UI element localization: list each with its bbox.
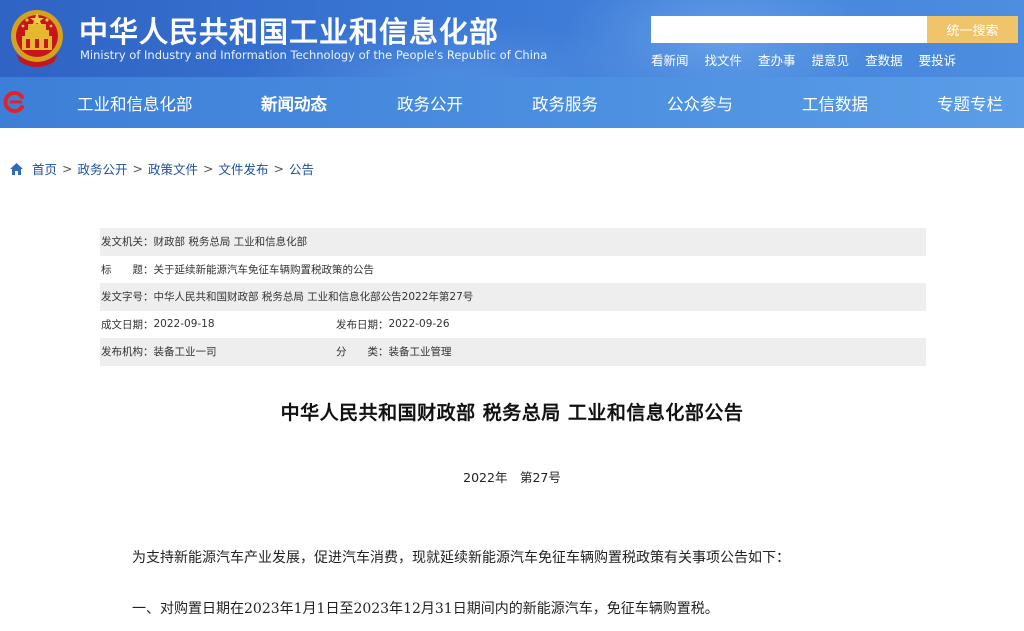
document-paragraph: 一、对购置日期在2023年1月1日至2023年12月31日期间内的新能源汽车，免… (132, 601, 719, 617)
nav-item-participation[interactable]: 公众参与 (667, 91, 733, 115)
quick-link-news[interactable]: 看新闻 (651, 50, 689, 69)
breadcrumb-separator: > (273, 161, 284, 176)
nav-item-topics[interactable]: 专题专栏 (937, 91, 1003, 115)
doc-number-label: 发文字号： (101, 291, 154, 304)
breadcrumb: 首页 > 政务公开 > 政策文件 > 文件发布 > 公告 (9, 159, 314, 178)
written-date-value: 2022-09-18 (153, 318, 215, 331)
org-value: 装备工业一司 (153, 346, 217, 359)
published-date-value: 2022-09-26 (388, 318, 450, 331)
breadcrumb-file-release[interactable]: 文件发布 (219, 159, 269, 178)
info-cell: 发文机关： 财政部 税务总局 工业和信息化部 (100, 234, 307, 249)
quick-links: 看新闻 找文件 查办事 提意见 查数据 要投诉 (651, 50, 972, 69)
info-cell: 分 类： 装备工业管理 (336, 344, 452, 359)
quick-link-files[interactable]: 找文件 (705, 50, 743, 69)
written-date-label: 成文日期： (101, 318, 154, 331)
site-title[interactable]: 中华人民共和国工业和信息化部 (79, 9, 499, 51)
nav-item-services[interactable]: 政务服务 (532, 91, 598, 115)
nav-item-ministry[interactable]: 工业和信息化部 (77, 91, 193, 115)
nav-item-data[interactable]: 工信数据 (802, 91, 868, 115)
info-cell: 发文字号： 中华人民共和国财政部 税务总局 工业和信息化部公告2022年第27号 (100, 289, 473, 304)
main-nav: 工业和信息化部 新闻动态 政务公开 政务服务 公众参与 工信数据 专题专栏 (0, 77, 1024, 128)
search-button[interactable]: 统一搜索 (927, 16, 1018, 43)
breadcrumb-government-affairs[interactable]: 政务公开 (78, 159, 128, 178)
quick-link-services[interactable]: 查办事 (758, 50, 796, 69)
breadcrumb-announcement[interactable]: 公告 (289, 159, 314, 178)
breadcrumb-policy-files[interactable]: 政策文件 (148, 159, 198, 178)
category-label: 分 类： (336, 346, 389, 359)
document-title: 中华人民共和国财政部 税务总局 工业和信息化部公告 (280, 402, 744, 424)
nav-item-government-affairs[interactable]: 政务公开 (397, 91, 463, 115)
issuer-label: 发文机关： (101, 236, 154, 249)
info-row-doc-number: 发文字号： 中华人民共和国财政部 税务总局 工业和信息化部公告2022年第27号 (100, 283, 926, 311)
info-row-issuer: 发文机关： 财政部 税务总局 工业和信息化部 (100, 228, 926, 256)
issuer-value: 财政部 税务总局 工业和信息化部 (153, 236, 308, 249)
quick-link-feedback[interactable]: 提意见 (812, 50, 850, 69)
info-row-dates: 成文日期： 2022-09-18 发布日期： 2022-09-26 (100, 311, 926, 339)
breadcrumb-separator: > (203, 161, 214, 176)
published-date-label: 发布日期： (336, 318, 389, 331)
search-input[interactable] (651, 16, 927, 43)
document-paragraph: 为支持新能源汽车产业发展，促进汽车消费，现就延续新能源汽车免征车辆购置税政策有关… (132, 550, 790, 566)
quick-link-data[interactable]: 查数据 (865, 50, 903, 69)
info-row-title: 标 题： 关于延续新能源汽车免征车辆购置税政策的公告 (100, 256, 926, 284)
org-label: 发布机构： (101, 346, 154, 359)
document-number: 2022年 第27号 (463, 470, 561, 485)
breadcrumb-separator: > (62, 161, 73, 176)
info-cell: 发布日期： 2022-09-26 (336, 317, 450, 332)
nav-item-news[interactable]: 新闻动态 (261, 91, 327, 115)
national-emblem-icon[interactable] (8, 6, 66, 70)
category-value: 装备工业管理 (388, 346, 452, 359)
breadcrumb-home[interactable]: 首页 (32, 159, 57, 178)
info-cell: 发布机构： 装备工业一司 (100, 344, 217, 359)
info-row-org: 发布机构： 装备工业一司 分 类： 装备工业管理 (100, 338, 926, 366)
doc-number-value: 中华人民共和国财政部 税务总局 工业和信息化部公告2022年第27号 (153, 291, 474, 304)
document-info-table: 发文机关： 财政部 税务总局 工业和信息化部 标 题： 关于延续新能源汽车免征车… (100, 228, 926, 366)
quick-link-complaint[interactable]: 要投诉 (919, 50, 957, 69)
breadcrumb-separator: > (132, 161, 143, 176)
site-header: 中华人民共和国工业和信息化部 Ministry of Industry and … (0, 0, 1024, 77)
site-subtitle: Ministry of Industry and Information Tec… (80, 48, 548, 62)
title-label: 标 题： (101, 263, 154, 276)
home-icon[interactable] (9, 162, 24, 176)
title-value: 关于延续新能源汽车免征车辆购置税政策的公告 (153, 263, 375, 276)
info-cell: 成文日期： 2022-09-18 (100, 317, 215, 332)
nav-logo-icon[interactable] (2, 90, 26, 114)
info-cell: 标 题： 关于延续新能源汽车免征车辆购置税政策的公告 (100, 262, 374, 277)
